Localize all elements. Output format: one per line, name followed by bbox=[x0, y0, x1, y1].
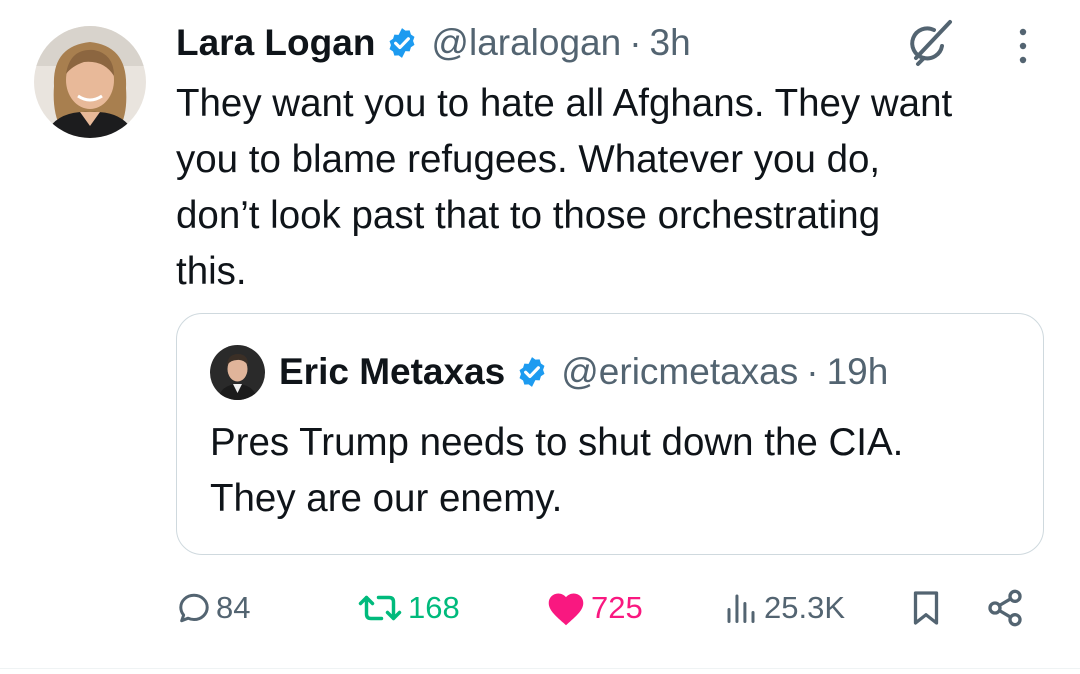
like-button[interactable]: 725 bbox=[545, 580, 643, 636]
views-count: 25.3K bbox=[764, 590, 846, 625]
reply-icon bbox=[179, 593, 209, 623]
quote-author-name[interactable]: Eric Metaxas bbox=[279, 351, 505, 393]
quote-timestamp[interactable]: 19h bbox=[827, 351, 889, 393]
quoted-tweet[interactable]: Eric Metaxas @ericmetaxas · 19h Pres Tru… bbox=[176, 313, 1044, 555]
quote-text-line: Pres Trump needs to shut down the CIA. bbox=[210, 421, 904, 464]
author-avatar[interactable] bbox=[34, 26, 146, 138]
bookmark-button[interactable] bbox=[908, 580, 944, 636]
retweet-count: 168 bbox=[408, 590, 460, 625]
author-handle[interactable]: @laralogan bbox=[431, 22, 621, 64]
verified-badge-icon[interactable] bbox=[515, 355, 549, 389]
views-icon bbox=[727, 594, 755, 623]
views-button[interactable]: 25.3K bbox=[722, 580, 845, 636]
reply-count: 84 bbox=[216, 590, 251, 625]
like-count: 725 bbox=[591, 590, 643, 625]
verified-badge-icon[interactable] bbox=[385, 26, 419, 60]
reply-button[interactable]: 84 bbox=[176, 580, 250, 636]
author-name[interactable]: Lara Logan bbox=[176, 22, 375, 64]
quote-author-handle[interactable]: @ericmetaxas bbox=[561, 351, 798, 393]
header-separator: · bbox=[629, 22, 642, 63]
quote-header-separator: · bbox=[806, 351, 819, 392]
tweet-header: Lara Logan @laralogan · 3h bbox=[176, 20, 691, 66]
tweet-text-line: this. bbox=[176, 250, 247, 293]
tweet-text-line: you to blame refugees. Whatever you do, bbox=[176, 138, 881, 181]
retweet-icon bbox=[358, 595, 402, 621]
grok-icon[interactable] bbox=[904, 18, 956, 68]
tweet-text-line: They want you to hate all Afghans. They … bbox=[176, 82, 953, 125]
like-icon bbox=[548, 593, 584, 626]
share-icon bbox=[988, 589, 1022, 627]
divider bbox=[0, 668, 1080, 669]
tweet-text-line: don’t look past that to those orchestrat… bbox=[176, 194, 881, 237]
more-icon[interactable] bbox=[1011, 24, 1035, 68]
share-button[interactable] bbox=[985, 580, 1025, 636]
retweet-button[interactable]: 168 bbox=[356, 580, 460, 636]
tweet-timestamp[interactable]: 3h bbox=[650, 22, 691, 64]
tweet-text: They want you to hate all Afghans. They … bbox=[176, 76, 1056, 300]
quote-author-avatar[interactable] bbox=[210, 345, 265, 400]
action-bar: 84 168 725 25.3K bbox=[0, 580, 1080, 636]
bookmark-icon bbox=[913, 591, 939, 625]
quote-text-line: They are our enemy. bbox=[210, 477, 563, 520]
quote-header: Eric Metaxas @ericmetaxas · 19h bbox=[279, 348, 888, 396]
quote-text: Pres Trump needs to shut down the CIA. T… bbox=[210, 415, 1030, 527]
